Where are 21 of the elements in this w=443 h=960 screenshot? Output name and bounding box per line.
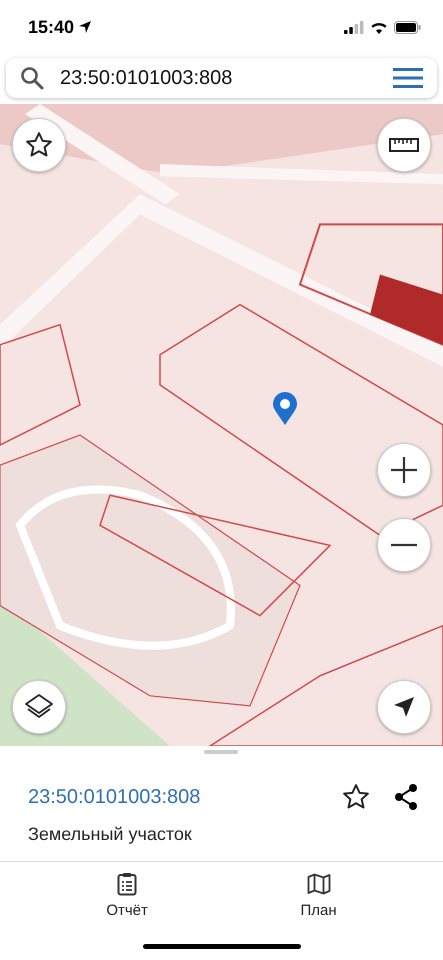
drag-handle[interactable] — [204, 750, 238, 754]
battery-icon — [394, 20, 421, 34]
tab-button[interactable]: План — [280, 872, 357, 919]
navigation-arrow-icon — [392, 695, 416, 719]
location-arrow-icon — [78, 20, 92, 34]
search-icon — [20, 66, 44, 90]
parcel-type: Земельный участок — [27, 823, 192, 845]
map-icon — [306, 872, 331, 896]
clipboard-icon — [117, 872, 138, 896]
minus-icon — [389, 543, 419, 547]
pin-icon — [272, 392, 298, 426]
menu-icon[interactable] — [393, 67, 423, 89]
search-field[interactable]: 23:50:0101003:808 — [60, 66, 377, 90]
ruler-icon — [389, 137, 419, 153]
signal-icon — [344, 20, 364, 34]
share-icon[interactable] — [393, 783, 419, 811]
tab-button[interactable]: Отчёт — [86, 872, 168, 919]
cadastral-number[interactable]: 23:50:0101003:808 — [28, 786, 200, 808]
status-time: 15:40 — [28, 16, 74, 38]
plus-icon — [389, 455, 419, 485]
wifi-icon — [370, 20, 388, 34]
